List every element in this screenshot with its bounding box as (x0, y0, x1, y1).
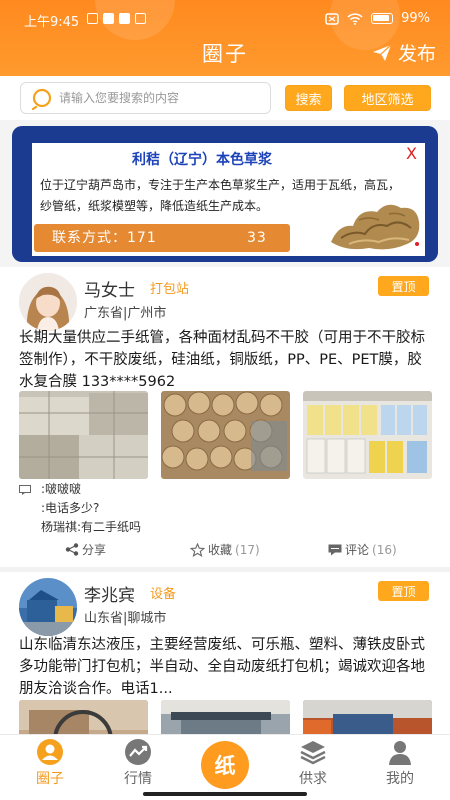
user-icon (389, 741, 411, 765)
publish-label: 发布 (397, 43, 436, 65)
status-bar: 上午9:45 99% (0, 0, 450, 38)
comment-item[interactable]: :电话多少? (19, 499, 141, 518)
comment-icon (19, 484, 31, 495)
post-author-tag: 打包站 (150, 282, 190, 297)
comment-button[interactable]: 评论 (16) (328, 541, 397, 558)
nav-label: 我的 (386, 771, 414, 787)
notification-icon (119, 13, 130, 24)
post-location: 广东省|广州市 (84, 306, 167, 321)
post-card[interactable]: 李兆宾 设备 山东省|聊城市 置顶 山东临清东达液压，主要经营废纸、可乐瓶、塑料… (0, 572, 450, 734)
layers-icon (300, 741, 326, 765)
search-button[interactable]: 搜索 (285, 85, 332, 111)
post-author-tag: 设备 (150, 587, 177, 602)
nav-label: 供求 (299, 771, 327, 787)
battery-icon (371, 13, 394, 24)
warehouse-rolls-image (303, 391, 432, 479)
center-paper-button[interactable]: 纸 (201, 741, 249, 789)
post-author-name[interactable]: 马女士 (84, 276, 135, 301)
pinned-badge: 置顶 (378, 581, 429, 601)
nav-item-market[interactable]: 行情 (93, 735, 183, 800)
comment-label: 评论 (345, 543, 370, 557)
baler-image (19, 700, 148, 734)
straw-pulp-image (331, 204, 420, 250)
paper-tubes-image (161, 391, 290, 479)
paper-bales-image (19, 391, 148, 479)
post-photo[interactable] (161, 391, 290, 479)
avatar[interactable] (19, 578, 77, 636)
post-photos (19, 700, 432, 734)
share-button[interactable]: 分享 (65, 541, 106, 558)
search-box[interactable] (20, 82, 271, 114)
favorite-button[interactable]: 收藏 (17) (190, 541, 260, 558)
post-actions: 分享 收藏 (17) 评论 (16) (0, 539, 450, 563)
ad-contact-prefix: 联系方式：171 (52, 230, 157, 246)
avatar[interactable] (19, 273, 77, 331)
post-card[interactable]: 马女士 打包站 广东省|广州市 置顶 长期大量供应二手纸管，各种面材乱码不干胶（… (0, 267, 450, 567)
favorite-count: (17) (235, 542, 260, 557)
post-author-name[interactable]: 李兆宾 (84, 581, 135, 606)
notification-icons (87, 13, 146, 24)
comment-list: :啵啵啵 :电话多少? 杨瑞祺:有二手纸吗 (19, 480, 141, 537)
post-content[interactable]: 长期大量供应二手纸管，各种面材乱码不干胶（可用于不干胶标签制作），不干胶废纸，硅… (19, 327, 435, 393)
comment-item[interactable]: :啵啵啵 (19, 480, 141, 499)
send-icon (372, 44, 392, 61)
ad-contact-suffix: 33 (247, 230, 267, 246)
search-icon (31, 88, 52, 110)
notification-icon (87, 13, 98, 24)
status-time: 上午9:45 (24, 15, 80, 30)
post-photos (19, 391, 432, 479)
notification-icon (103, 13, 114, 24)
pinned-badge: 置顶 (378, 276, 429, 296)
post-photo[interactable] (19, 391, 148, 479)
sim-icon (325, 12, 339, 25)
avatar-image (19, 578, 77, 636)
ad-banner[interactable]: 利秸（辽宁）本色草浆 X 位于辽宁葫芦岛市，专注于生产本色草浆生产，适用于瓦纸，… (12, 126, 438, 262)
region-filter-button[interactable]: 地区筛选 (344, 85, 431, 111)
factory-image (161, 700, 290, 734)
publish-button[interactable]: 发布 (372, 39, 436, 66)
comment-text: :啵啵啵 (41, 482, 82, 496)
search-bar: 搜索 地区筛选 (0, 76, 450, 120)
ad-contact: 联系方式：171 33 (34, 224, 290, 252)
star-icon (190, 542, 205, 557)
trend-icon (125, 739, 151, 765)
ad-title: 利秸（辽宁）本色草浆 (132, 152, 272, 168)
nav-item-supply[interactable]: 供求 (268, 735, 358, 800)
ad-close-icon[interactable]: X (406, 144, 417, 163)
home-indicator (143, 792, 307, 796)
avatar-image (19, 273, 77, 331)
nav-label: 圈子 (36, 771, 64, 787)
battery-level: 99% (401, 11, 430, 26)
notification-icon (135, 13, 146, 24)
circle-icon (37, 739, 63, 765)
favorite-label: 收藏 (208, 543, 233, 557)
post-photo[interactable] (303, 391, 432, 479)
comment-text: :电话多少? (41, 501, 100, 515)
nav-item-circle[interactable]: 圈子 (5, 735, 95, 800)
share-icon (65, 543, 79, 556)
comment-item[interactable]: 杨瑞祺:有二手纸吗 (19, 518, 141, 537)
post-location: 山东省|聊城市 (84, 611, 167, 626)
ad-banner-area: 利秸（辽宁）本色草浆 X 位于辽宁葫芦岛市，专注于生产本色草浆生产，适用于瓦纸，… (0, 120, 450, 267)
post-photo[interactable] (303, 700, 432, 734)
nav-label: 行情 (124, 771, 152, 787)
comment-count: (16) (372, 542, 397, 557)
comment-author: 杨瑞祺 (41, 520, 78, 534)
ad-banner-card: 利秸（辽宁）本色草浆 X 位于辽宁葫芦岛市，专注于生产本色草浆生产，适用于瓦纸，… (32, 143, 425, 256)
status-right: 99% (325, 11, 430, 26)
comment-text: :有二手纸吗 (77, 520, 142, 534)
nav-item-mine[interactable]: 我的 (355, 735, 445, 800)
post-content[interactable]: 山东临清东达液压，主要经营废纸、可乐瓶、塑料、薄铁皮卧式多功能带门打包机；半自动… (19, 634, 435, 700)
search-input[interactable] (59, 83, 264, 113)
share-label: 分享 (82, 543, 107, 557)
post-photo[interactable] (19, 700, 148, 734)
comment-icon (328, 544, 342, 555)
app-header: 上午9:45 99% 圈子 发布 (0, 0, 450, 76)
post-photo[interactable] (161, 700, 290, 734)
bottom-nav: 圈子 行情 纸 供求 我的 (0, 734, 450, 800)
carousel-indicator (415, 242, 419, 246)
machine-image (303, 700, 432, 734)
wifi-icon (347, 12, 363, 25)
